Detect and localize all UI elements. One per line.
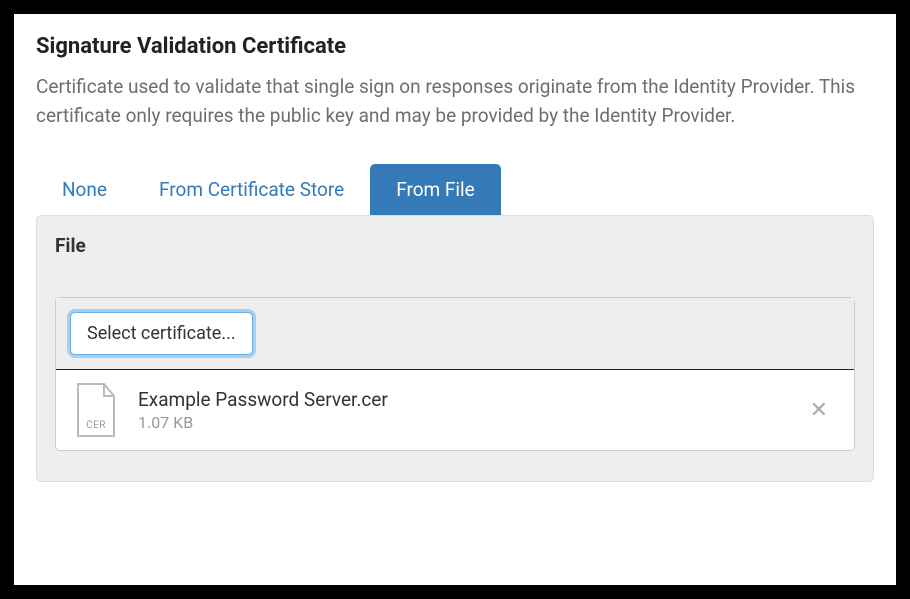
upload-top: Select certificate...: [56, 298, 854, 370]
tab-certificate-store[interactable]: From Certificate Store: [133, 164, 370, 215]
file-ext: CER: [72, 420, 120, 431]
upload-card: Select certificate... CER Example Passwo…: [55, 297, 855, 451]
close-icon: ✕: [810, 397, 828, 422]
description: Certificate used to validate that single…: [36, 73, 874, 130]
remove-file-button[interactable]: ✕: [800, 393, 838, 427]
file-icon: CER: [72, 382, 120, 438]
file-row: CER Example Password Server.cer 1.07 KB …: [56, 370, 854, 450]
file-info: Example Password Server.cer 1.07 KB: [138, 388, 782, 432]
file-section: File Select certificate... CER Example P…: [36, 215, 874, 482]
section-label: File: [55, 234, 855, 257]
file-name: Example Password Server.cer: [138, 388, 782, 413]
tab-none[interactable]: None: [36, 164, 133, 215]
tabs: None From Certificate Store From File: [36, 164, 874, 215]
file-size: 1.07 KB: [138, 413, 782, 432]
page-title: Signature Validation Certificate: [36, 34, 874, 59]
select-certificate-button[interactable]: Select certificate...: [70, 312, 253, 355]
certificate-panel: Signature Validation Certificate Certifi…: [14, 14, 896, 585]
tab-from-file[interactable]: From File: [370, 164, 501, 215]
